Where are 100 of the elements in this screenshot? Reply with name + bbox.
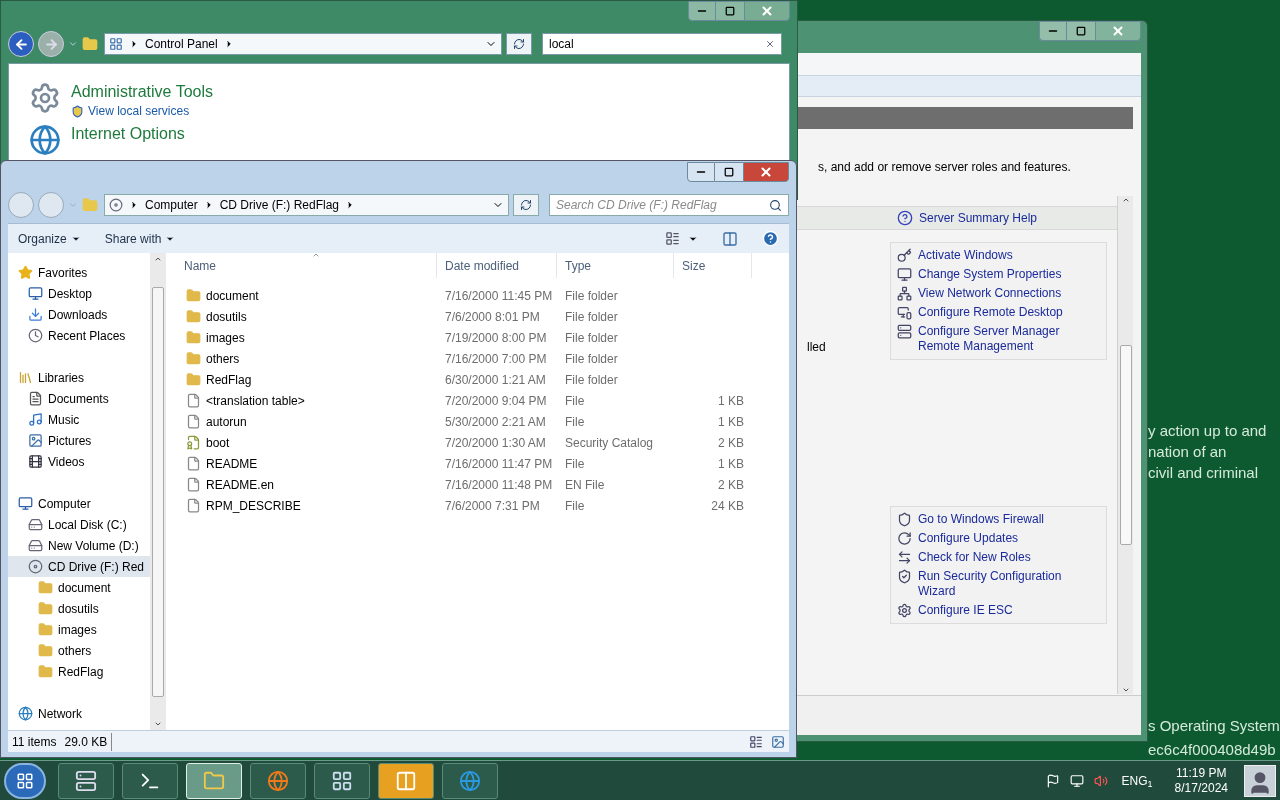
close-button[interactable] [743, 162, 789, 182]
nav-item[interactable]: CD Drive (F:) Red [8, 556, 150, 577]
task-icon [897, 305, 912, 320]
network-icon[interactable] [1069, 773, 1084, 788]
taskbar-app-button[interactable] [122, 762, 178, 799]
clear-icon[interactable] [765, 39, 775, 49]
nav-item[interactable]: Documents [8, 388, 150, 409]
file-name-cell[interactable]: autorun [176, 412, 437, 431]
task-link[interactable]: Configure Server Manager Remote Management [897, 324, 1100, 354]
view-menu-button[interactable] [665, 231, 698, 246]
taskbar-app-button[interactable] [314, 762, 370, 799]
minimize-button[interactable] [687, 162, 715, 182]
muted-speaker-icon[interactable] [1093, 773, 1108, 788]
nav-item[interactable]: Libraries [8, 367, 150, 388]
file-name-cell[interactable]: <translation table> [176, 391, 437, 410]
details-view-icon[interactable] [749, 734, 763, 749]
task-link[interactable]: Check for New Roles [897, 550, 1100, 565]
scroll-up-icon[interactable] [1121, 196, 1130, 204]
breadcrumb-arrow-icon[interactable] [129, 39, 139, 49]
help-link[interactable]: Server Summary Help [897, 209, 1038, 227]
search-field[interactable]: Search CD Drive (F:) RedFlag [549, 194, 789, 216]
start-button[interactable] [4, 762, 46, 799]
file-name-cell[interactable]: document [176, 286, 437, 305]
file-name-cell[interactable]: others [176, 349, 437, 368]
scroll-down-icon[interactable] [154, 720, 162, 728]
file-name-cell[interactable]: dosutils [176, 307, 437, 326]
file-name-cell[interactable]: RedFlag [176, 370, 437, 389]
language-indicator[interactable]: ENG$_{1}$ [1121, 771, 1153, 790]
minimize-button[interactable] [688, 1, 716, 21]
back-button[interactable] [8, 31, 34, 57]
minimize-button[interactable] [1039, 21, 1067, 41]
nav-item[interactable]: Pictures [8, 430, 150, 451]
task-link[interactable]: Configure IE ESC [897, 603, 1100, 618]
nav-item[interactable]: Recent Places [8, 325, 150, 346]
up-folder-icon[interactable] [82, 36, 98, 52]
file-name-cell[interactable]: images [176, 328, 437, 347]
file-name-cell[interactable]: README [176, 454, 437, 473]
task-link[interactable]: Configure Remote Desktop [897, 305, 1100, 320]
scrollbar[interactable] [150, 253, 166, 730]
nav-item[interactable]: Favorites [8, 262, 150, 283]
nav-item[interactable]: others [8, 640, 150, 661]
nav-item[interactable]: Network [8, 703, 150, 724]
nav-item[interactable]: Videos [8, 451, 150, 472]
item-title[interactable]: Internet Options [71, 124, 185, 144]
column-header[interactable]: Type [557, 253, 674, 278]
task-link[interactable]: Activate Windows [897, 248, 1100, 263]
toolbar-menu-button[interactable]: Share with [104, 229, 176, 248]
breadcrumb-item[interactable]: CD Drive (F:) RedFlag [219, 196, 340, 214]
nav-item[interactable]: dosutils [8, 598, 150, 619]
nav-item[interactable]: RedFlag [8, 661, 150, 682]
type-cell-text: File folder [564, 287, 619, 305]
preview-pane-icon[interactable] [722, 230, 738, 247]
breadcrumb-arrow-icon[interactable] [129, 200, 139, 210]
task-link[interactable]: Change System Properties [897, 267, 1100, 282]
size-cell-text: 2 KB [717, 476, 745, 494]
maximize-button[interactable] [716, 1, 744, 21]
scrollbar[interactable] [1117, 196, 1133, 694]
file-name-cell[interactable]: boot [176, 433, 437, 452]
nav-item[interactable]: Music [8, 409, 150, 430]
column-header[interactable]: Name [176, 253, 437, 278]
task-link[interactable]: View Network Connections [897, 286, 1100, 301]
nav-item[interactable]: Downloads [8, 304, 150, 325]
flag-icon[interactable] [1045, 773, 1060, 788]
scroll-down-icon[interactable] [1121, 686, 1130, 694]
tiles-view-icon[interactable] [771, 734, 785, 749]
taskbar-app-button[interactable] [58, 762, 114, 799]
breadcrumb-item[interactable]: Computer [145, 196, 198, 214]
forward-button[interactable] [38, 31, 64, 57]
nav-item[interactable]: New Volume (D:) [8, 535, 150, 556]
maximize-button[interactable] [1067, 21, 1095, 41]
address-bar[interactable]: Control Panel [104, 33, 502, 55]
nav-item[interactable]: Computer [8, 493, 150, 514]
search-field[interactable]: local [542, 33, 782, 55]
user-avatar[interactable] [1244, 764, 1276, 797]
nav-item[interactable]: Desktop [8, 283, 150, 304]
task-link[interactable]: Run Security Configuration Wizard [897, 569, 1100, 599]
task-link[interactable]: Go to Windows Firewall [897, 512, 1100, 527]
column-header[interactable]: Size [674, 253, 752, 278]
refresh-button[interactable] [513, 194, 539, 216]
file-name-cell[interactable]: README.en [176, 475, 437, 494]
nav-item[interactable]: images [8, 619, 150, 640]
taskbar-app-button[interactable] [378, 762, 434, 799]
search-icon[interactable] [769, 198, 782, 212]
maximize-button[interactable] [715, 162, 743, 182]
nav-item[interactable]: Local Disk (C:) [8, 514, 150, 535]
column-header[interactable]: Date modified [437, 253, 557, 278]
toolbar-menu-button[interactable]: Organize [18, 229, 81, 248]
task-link[interactable]: View local services [71, 102, 213, 120]
refresh-button[interactable] [506, 33, 532, 55]
help-icon[interactable] [762, 230, 779, 247]
maximize-icon [724, 167, 734, 177]
clock-date[interactable]: 8/17/2024 [1174, 780, 1228, 796]
file-name-cell[interactable]: RPM_DESCRIBE [176, 496, 437, 515]
nav-item[interactable]: document [8, 577, 150, 598]
breadcrumb-item[interactable]: Control Panel [145, 35, 218, 53]
clock-time[interactable]: 11:19 PM [1176, 765, 1227, 781]
item-title[interactable]: Administrative Tools [71, 82, 213, 102]
address-bar[interactable]: Computer CD Drive (F:) RedFlag [104, 194, 509, 216]
scroll-up-icon[interactable] [154, 255, 162, 263]
task-link[interactable]: Configure Updates [897, 531, 1100, 546]
